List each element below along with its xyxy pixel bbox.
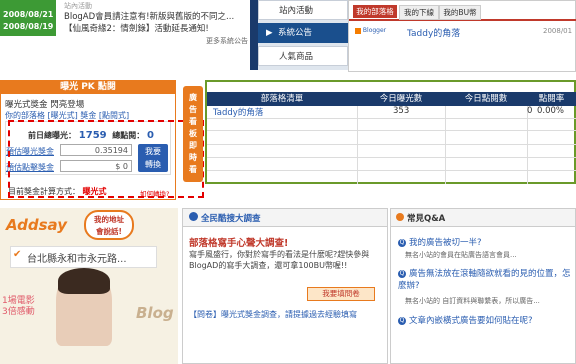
question-icon: Q xyxy=(398,269,406,278)
survey-headline[interactable]: 部落格寫手心聲大調查! xyxy=(189,235,288,249)
address-text: 台北縣永和市永元路... xyxy=(27,254,127,265)
blog-text: Blog xyxy=(136,304,174,322)
pk-panel-header: 曝光 PK 點閱 xyxy=(1,81,175,94)
faq-item[interactable]: Q 文章內嵌橫式廣告要如何貼在呢? xyxy=(398,314,533,326)
row-today-views: 353 xyxy=(393,106,410,116)
tab-my-blog[interactable]: 我的部落格 xyxy=(353,5,397,18)
highlight-annotation xyxy=(8,120,204,198)
tab-my-downline[interactable]: 我的下線 xyxy=(399,5,439,20)
person-hair xyxy=(58,268,110,294)
header-today-views: 今日曝光數 xyxy=(379,94,423,104)
blogger-logo-text: Blogger xyxy=(362,27,387,34)
survey-body: 寫手風盛行，你對於寫手的看法是什麼呢?趕快參與BlogAD的寫手大調查，還可拿1… xyxy=(189,250,370,270)
realtime-board-tab-label: 廣告看板即時看 xyxy=(189,93,197,174)
addsay-banner[interactable]: Addsay 我的地址 會說話! ✔ 台北縣永和市永元路... 1場電影 3倍感… xyxy=(0,208,178,364)
news-item[interactable]: 【仙風奇緣2：情劍錄】活動延長通知! xyxy=(64,22,209,34)
news-date: 2008/08/21 xyxy=(3,10,54,19)
survey-panel: 全民酷搜大調查 部落格寫手心聲大調查! 寫手風盛行，你對於寫手的看法是什麼呢?趕… xyxy=(182,208,388,364)
map-pin-icon: ✔ xyxy=(13,249,22,260)
tab-my-bu-coins[interactable]: 我的BU幣 xyxy=(439,5,481,20)
table-row: Taddy的角落 353 0 0.00% xyxy=(207,106,576,118)
news-item[interactable]: BlogAD會員請注意有!新版與舊版的不同之... xyxy=(64,10,234,22)
nav-popular-products[interactable]: 人氣商品 xyxy=(258,46,348,66)
survey-badge-icon xyxy=(189,212,198,221)
nav-system-announcements-label: 系統公告 xyxy=(278,28,313,38)
more-announcements-link[interactable]: 更多系統公告 xyxy=(206,36,248,46)
divider xyxy=(207,130,576,131)
blogger-logo: Blogger xyxy=(355,27,386,34)
pk-intro-line: 曝光式獎金 閃亮登場 xyxy=(5,100,85,110)
survey-header: 全民酷搜大調查 xyxy=(183,209,387,227)
faq-sub: 無名小站的會員在貼廣告語言會員... xyxy=(405,251,517,259)
blog-name-link[interactable]: Taddy的角落 xyxy=(407,26,460,39)
survey-title: 全民酷搜大調查 xyxy=(201,214,261,224)
faq-question: 文章內嵌橫式廣告要如何貼在呢? xyxy=(409,316,533,326)
question-icon: Q xyxy=(398,316,406,325)
arrow-right-icon: ▶ xyxy=(266,28,273,38)
fill-survey-button[interactable]: 我要填問卷 xyxy=(307,287,375,301)
nav-site-events[interactable]: 站內活動 xyxy=(258,0,348,20)
divider xyxy=(207,157,576,158)
row-click-rate: 0.00% xyxy=(537,106,565,116)
faq-question: 我的廣告被切一半? xyxy=(409,238,482,248)
divider xyxy=(207,118,576,119)
row-blog-name-link[interactable]: Taddy的角落 xyxy=(213,106,263,118)
faq-item[interactable]: Q 我的廣告被切一半? xyxy=(398,236,482,248)
my-blog-panel: 我的部落格 我的下線 我的BU幣 Blogger Taddy的角落 2008/0… xyxy=(348,0,576,72)
survey-footer-link[interactable]: 【問卷】曝光式獎金調查，請提據過去經驗填寫 xyxy=(189,309,383,320)
faq-title: 常見Q&A xyxy=(407,214,446,224)
nav-site-events-label: 站內活動 xyxy=(279,6,314,16)
row-today-clicks: 0 xyxy=(527,106,533,116)
header-today-clicks: 今日點閱數 xyxy=(464,94,508,104)
question-icon: Q xyxy=(398,238,406,247)
faq-question: 廣告無法放在滾軸隨欲就看的見的位置，怎麼辦? xyxy=(398,269,571,291)
news-date: 2008/08/19 xyxy=(3,22,54,31)
faq-badge-icon xyxy=(396,213,404,221)
faq-sub: 無名小站的 自訂資料與聯繫表，所以廣告... xyxy=(405,297,540,305)
side-nav-arrow-bar xyxy=(250,0,258,70)
nav-popular-products-label: 人氣商品 xyxy=(279,52,314,62)
header-blog-list: 部落格清單 xyxy=(260,94,304,104)
blog-date: 2008/01 xyxy=(543,27,573,35)
news-panel: 站內活動 2008/08/21 BlogAD會員請注意有!新版與舊版的不同之..… xyxy=(0,0,250,48)
faq-header: 常見Q&A xyxy=(391,209,575,227)
address-strip: ✔ 台北縣永和市永元路... xyxy=(10,246,157,268)
header-click-rate: 點閱率 xyxy=(538,94,565,104)
nav-system-announcements[interactable]: ▶ 系統公告 xyxy=(258,23,348,43)
faq-item[interactable]: Q 廣告無法放在滾軸隨欲就看的見的位置，怎麼辦? xyxy=(398,268,572,292)
promo-text: 1場電影 3倍感動 xyxy=(2,296,35,317)
divider xyxy=(207,144,576,145)
speech-bubble: 我的地址 會說話! xyxy=(84,210,134,240)
divider xyxy=(207,170,576,171)
addsay-logo: Addsay xyxy=(6,216,67,234)
blogger-b-icon xyxy=(355,27,361,34)
